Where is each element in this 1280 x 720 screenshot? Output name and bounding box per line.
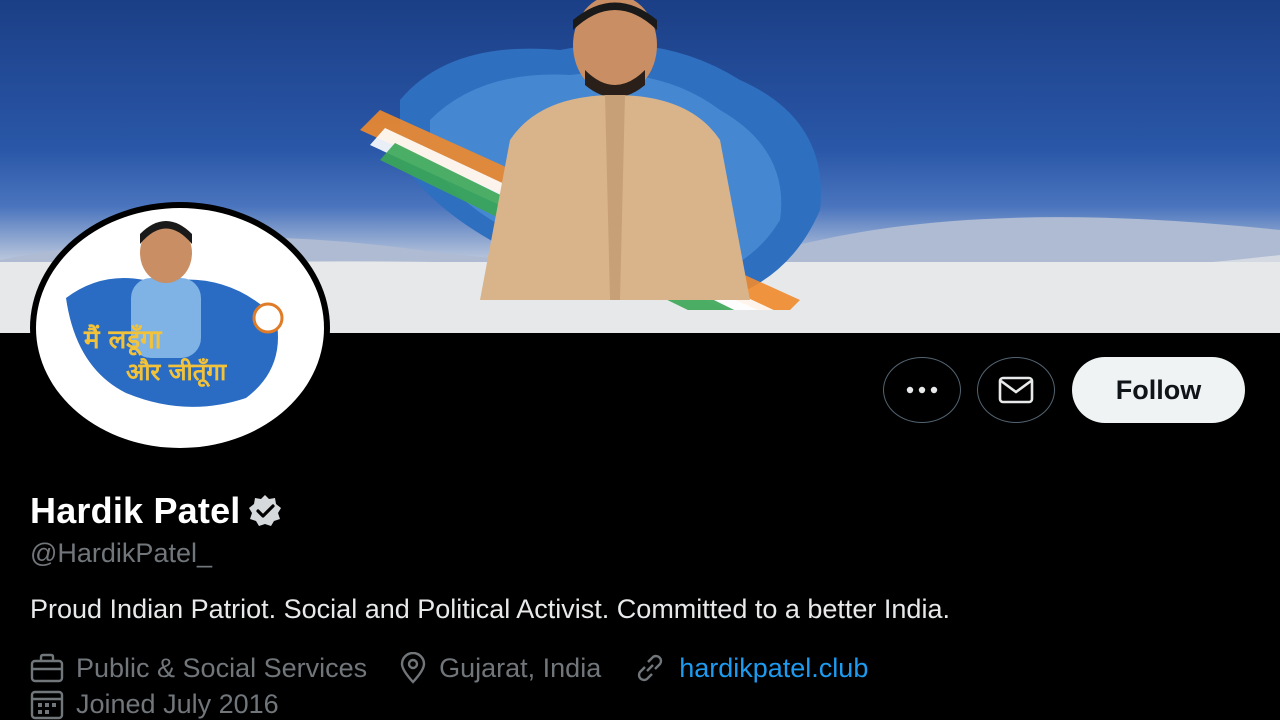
profile-avatar[interactable]: मैं लडूँगा और जीतूँगा (30, 202, 330, 454)
profile-location: Gujarat, India (399, 652, 601, 684)
link-icon (638, 654, 663, 682)
more-options-button[interactable] (883, 357, 961, 423)
profile-name-row: Hardik Patel (30, 490, 283, 532)
profile-location-label: Gujarat, India (439, 652, 602, 683)
avatar-slogan-line1: मैं लडूँगा (83, 324, 163, 356)
profile-website-link[interactable]: hardikpatel.club (679, 653, 868, 684)
avatar-slogan-line2: और जीतूँगा (126, 358, 227, 388)
envelope-icon (998, 376, 1034, 404)
avatar-image: मैं लडूँगा और जीतूँगा (36, 208, 324, 448)
profile-joined-label: Joined July 2016 (76, 688, 279, 719)
profile-joined: Joined July 2016 (30, 688, 279, 720)
banner-person-graphic (480, 0, 750, 300)
profile-handle: @HardikPatel_ (30, 538, 212, 568)
message-button[interactable] (977, 357, 1055, 423)
more-icon (906, 386, 938, 394)
profile-category-label: Public & Social Services (76, 652, 368, 683)
verified-badge-icon[interactable] (247, 493, 283, 529)
profile-category: Public & Social Services (30, 653, 367, 684)
calendar-icon (30, 690, 64, 720)
display-name: Hardik Patel (30, 490, 241, 531)
profile-bio: Proud Indian Patriot. Social and Politic… (30, 594, 950, 624)
profile-website[interactable]: hardikpatel.club (633, 653, 868, 684)
briefcase-icon (30, 653, 64, 683)
location-pin-icon (400, 652, 426, 684)
profile-meta-row: Public & Social Services Gujarat, India … (30, 652, 900, 684)
follow-button[interactable]: Follow (1072, 357, 1245, 423)
